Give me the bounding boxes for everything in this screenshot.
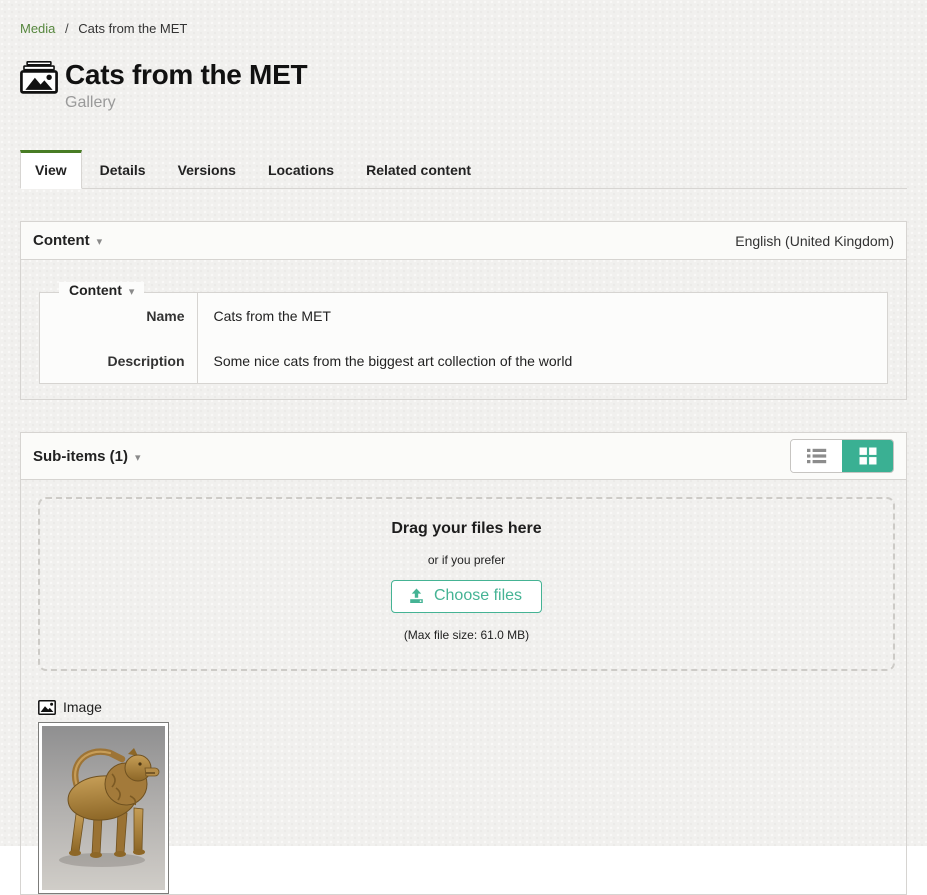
breadcrumb-current: Cats from the MET [78,21,187,36]
content-panel-body: Content ▾ Name Cats from the MET Descript… [21,260,906,399]
view-mode-toggle [790,439,894,473]
subitems-panel-body: Drag your files here or if you prefer Ch… [21,480,906,894]
subitems-panel-title[interactable]: Sub-items (1) ▾ [33,448,141,465]
field-value-name: Cats from the MET [197,293,887,338]
page-title: Cats from the MET [65,60,307,90]
content-panel-title-text: Content [33,232,90,249]
field-label-name: Name [40,293,197,338]
choose-files-button[interactable]: Choose files [391,580,542,613]
subitems-panel-header: Sub-items (1) ▾ [21,433,906,480]
content-fieldset-legend-text: Content [69,282,122,298]
content-panel: Content ▾ English (United Kingdom) Conten… [20,221,907,400]
gallery-icon [20,60,58,94]
caret-down-icon: ▾ [129,286,135,298]
choose-files-label: Choose files [434,587,522,605]
breadcrumb-link-media[interactable]: Media [20,21,55,36]
content-fields-table: Name Cats from the MET Description Some … [40,293,887,383]
language-indicator: English (United Kingdom) [735,233,894,249]
tab-related-content[interactable]: Related content [352,150,485,189]
media-view-page: Media / Cats from the MET Cats from the … [0,0,927,895]
caret-down-icon: ▾ [135,452,141,464]
max-file-size-note: (Max file size: 61.0 MB) [50,628,883,642]
content-type-label: Gallery [65,94,307,112]
page-title-block: Cats from the MET Gallery [65,60,307,112]
content-panel-header: Content ▾ English (United Kingdom) [21,222,906,260]
subitems-panel-title-text: Sub-items (1) [33,448,128,465]
content-panel-title[interactable]: Content ▾ [33,232,102,249]
subitems-panel: Sub-items (1) ▾ [20,432,907,895]
field-row-name: Name Cats from the MET [40,293,887,338]
file-dropzone[interactable]: Drag your files here or if you prefer Ch… [38,497,895,671]
page-header: Cats from the MET Gallery [20,60,907,112]
content-fieldset-legend[interactable]: Content ▾ [59,282,144,298]
tab-details[interactable]: Details [86,150,160,189]
tab-locations[interactable]: Locations [254,150,348,189]
subitem-card: Image [38,699,895,894]
tab-view[interactable]: View [20,150,82,189]
field-value-description: Some nice cats from the biggest art coll… [197,338,887,383]
content-fieldset: Content▾ Name Cats from the MET Descript… [39,292,888,384]
field-label-description: Description [40,338,197,383]
field-row-description: Description Some nice cats from the bigg… [40,338,887,383]
caret-down-icon: ▾ [97,236,103,248]
subitem-type-label: Image [63,699,102,715]
grid-view-button[interactable] [842,440,893,472]
tab-versions[interactable]: Versions [164,150,250,189]
lion-sculpture-image [42,726,165,890]
dropzone-heading: Drag your files here [50,520,883,538]
breadcrumb-separator: / [65,21,69,36]
list-view-icon [807,448,827,464]
breadcrumb: Media / Cats from the MET [20,0,907,36]
upload-icon [408,588,425,604]
subitem-thumbnail[interactable] [38,722,169,894]
grid-view-icon [859,447,877,465]
subitem-type: Image [38,699,895,715]
image-icon [38,700,56,715]
list-view-button[interactable] [791,440,842,472]
dropzone-subtext: or if you prefer [50,553,883,567]
tab-bar: View Details Versions Locations Related … [20,149,907,189]
